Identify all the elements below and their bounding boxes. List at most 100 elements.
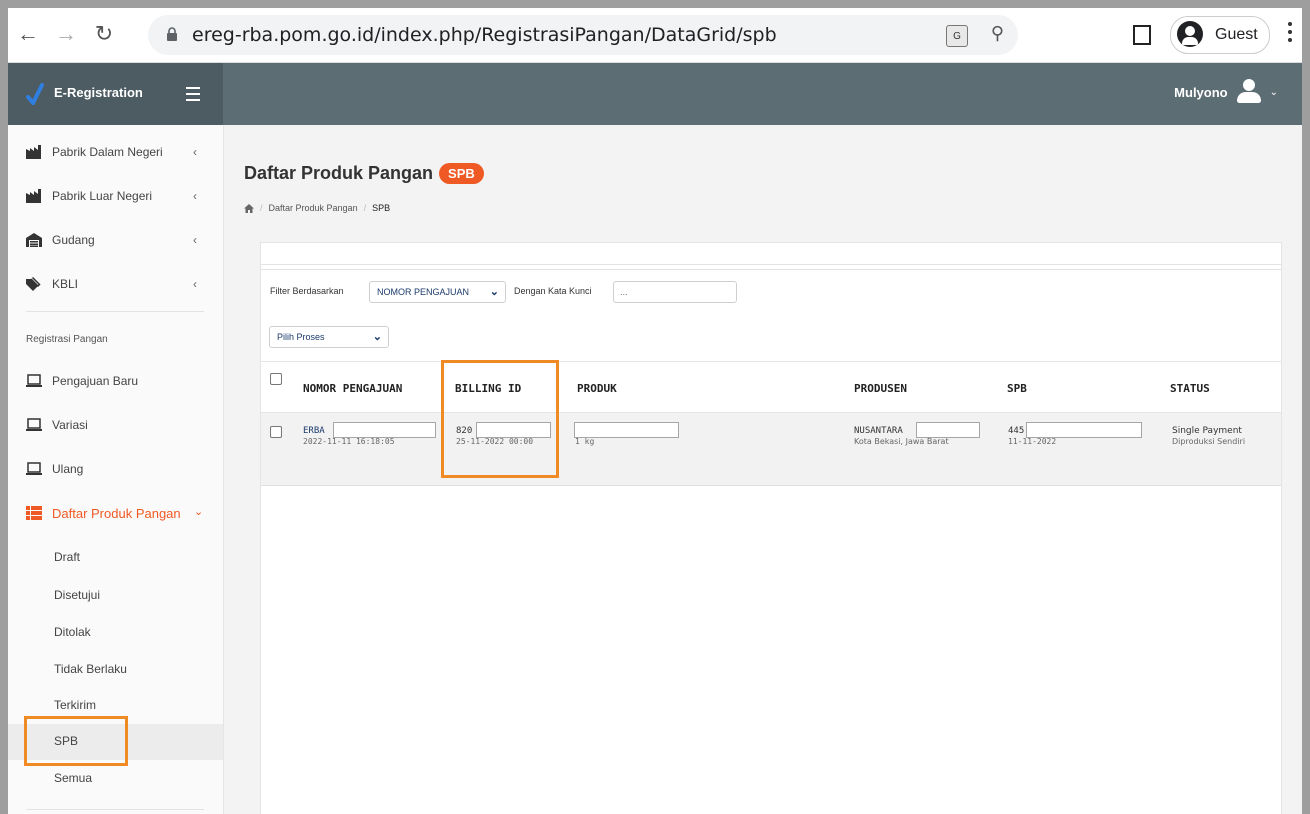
sidebar-item-label: Gudang bbox=[52, 233, 95, 247]
redacted-field bbox=[333, 422, 436, 438]
sidebar-item-daftar-produk-pangan[interactable]: Daftar Produk Pangan ⌄ bbox=[8, 494, 223, 534]
chevron-left-icon: ‹ bbox=[193, 145, 197, 159]
app-name: E-Registration bbox=[54, 85, 143, 100]
side-panel-icon[interactable] bbox=[1133, 25, 1151, 45]
select-all-checkbox[interactable] bbox=[270, 373, 282, 385]
app-header: E-Registration Mulyono ⌄ bbox=[8, 63, 1302, 125]
sidebar-item-label: KBLI bbox=[52, 277, 79, 291]
spb-number: 445 bbox=[1008, 426, 1025, 436]
sidebar-item-label: Pabrik Dalam Negeri bbox=[52, 145, 163, 159]
divider bbox=[26, 809, 204, 810]
filter-field-value: NOMOR PENGAJUAN bbox=[377, 287, 470, 297]
sidebar-item-label: Pabrik Luar Negeri bbox=[52, 189, 153, 203]
redacted-field bbox=[916, 422, 980, 438]
translate-icon[interactable]: G bbox=[946, 25, 968, 47]
divider bbox=[26, 311, 204, 312]
factory-icon bbox=[26, 145, 41, 159]
sidebar-subitem-disetujui[interactable]: Disetujui bbox=[54, 588, 100, 602]
tag-icon bbox=[26, 277, 41, 291]
sidebar-item-gudang[interactable]: Gudang ‹ bbox=[8, 221, 223, 261]
laptop-icon bbox=[26, 418, 42, 431]
breadcrumb-item: SPB bbox=[372, 203, 391, 213]
chevron-left-icon: ‹ bbox=[193, 277, 197, 291]
redacted-field bbox=[574, 422, 679, 438]
column-header[interactable]: PRODUK bbox=[577, 382, 617, 395]
breadcrumb-item[interactable]: Daftar Produk Pangan bbox=[269, 203, 358, 213]
column-header[interactable]: NOMOR PENGAJUAN bbox=[303, 382, 402, 395]
avatar-icon bbox=[1177, 21, 1203, 47]
redacted-field bbox=[1026, 422, 1142, 438]
browser-menu-icon[interactable] bbox=[1288, 22, 1292, 46]
sidebar-item-variasi[interactable]: Variasi bbox=[8, 406, 223, 446]
main-content: Daftar Produk Pangan SPB / Daftar Produk… bbox=[224, 125, 1302, 814]
keyword-label: Dengan Kata Kunci bbox=[514, 286, 592, 296]
divider bbox=[261, 264, 1281, 265]
logo-icon bbox=[26, 83, 44, 105]
list-icon bbox=[26, 506, 42, 520]
nomor-pengajuan-link[interactable]: ERBA bbox=[303, 426, 325, 436]
url-text: ereg-rba.pom.go.id/index.php/RegistrasiP… bbox=[192, 24, 777, 46]
produk-sub: 1 kg bbox=[575, 437, 595, 446]
brand: E-Registration bbox=[8, 63, 223, 125]
produsen: NUSANTARA bbox=[854, 426, 903, 436]
user-menu[interactable]: Mulyono ⌄ bbox=[1174, 77, 1278, 107]
lock-icon bbox=[167, 27, 177, 41]
keyword-input[interactable]: ... bbox=[613, 281, 737, 303]
breadcrumb-separator: / bbox=[260, 203, 263, 213]
user-avatar-icon bbox=[1234, 79, 1264, 105]
sidebar-section-title: Registrasi Pangan bbox=[26, 334, 108, 345]
sidebar-item-kbli[interactable]: KBLI ‹ bbox=[8, 265, 223, 305]
column-header[interactable]: SPB bbox=[1007, 382, 1027, 395]
profile-label: Guest bbox=[1215, 26, 1258, 43]
column-header[interactable]: PRODUSEN bbox=[854, 382, 907, 395]
forward-icon[interactable]: → bbox=[52, 20, 80, 48]
highlight-box-spb bbox=[24, 716, 128, 766]
status-sub: Diproduksi Sendiri bbox=[1172, 437, 1246, 446]
chevron-down-icon: ⌄ bbox=[194, 506, 204, 518]
sidebar-item-pabrik-luar-negeri[interactable]: Pabrik Luar Negeri ‹ bbox=[8, 177, 223, 217]
row-checkbox[interactable] bbox=[270, 426, 282, 438]
laptop-icon bbox=[26, 374, 42, 387]
home-icon[interactable] bbox=[244, 203, 254, 213]
chevron-left-icon: ‹ bbox=[193, 189, 197, 203]
sidebar-item-label: Ulang bbox=[52, 462, 84, 476]
laptop-icon bbox=[26, 462, 42, 475]
table-header: NOMOR PENGAJUAN BILLING ID PRODUK PRODUS… bbox=[261, 361, 1281, 413]
username: Mulyono bbox=[1174, 84, 1228, 100]
sidebar-subitem-ditolak[interactable]: Ditolak bbox=[54, 625, 91, 639]
sidebar-subitem-draft[interactable]: Draft bbox=[54, 550, 80, 564]
zoom-icon[interactable]: ⚲ bbox=[991, 23, 1004, 44]
page-title: Daftar Produk Pangan SPB bbox=[244, 163, 484, 184]
sidebar-subitem-terkirim[interactable]: Terkirim bbox=[54, 698, 96, 712]
sidebar-subitem-semua[interactable]: Semua bbox=[54, 771, 92, 785]
profile-button[interactable]: Guest bbox=[1170, 16, 1270, 54]
browser-window: ← → ↻ ereg-rba.pom.go.id/index.php/Regis… bbox=[8, 8, 1302, 814]
page-title-text: Daftar Produk Pangan bbox=[244, 163, 434, 183]
sidebar-subitem-tidak-berlaku[interactable]: Tidak Berlaku bbox=[54, 662, 127, 676]
produsen-sub: Kota Bekasi, Jawa Barat bbox=[854, 437, 949, 446]
chevron-left-icon: ‹ bbox=[193, 233, 197, 247]
divider bbox=[261, 269, 1281, 270]
breadcrumb-separator: / bbox=[363, 203, 367, 213]
chevron-down-icon: ⌄ bbox=[372, 331, 382, 343]
breadcrumb: / Daftar Produk Pangan / SPB bbox=[244, 203, 390, 213]
highlight-box-billing-id bbox=[441, 360, 559, 478]
browser-toolbar: ← → ↻ ereg-rba.pom.go.id/index.php/Regis… bbox=[8, 8, 1302, 63]
address-bar[interactable]: ereg-rba.pom.go.id/index.php/RegistrasiP… bbox=[148, 15, 1018, 55]
sidebar-item-label: Daftar Produk Pangan bbox=[52, 506, 181, 521]
back-icon[interactable]: ← bbox=[14, 20, 42, 48]
table-row[interactable]: ERBA 2022-11-11 16:18:05 820 25-11-2022 … bbox=[261, 412, 1281, 486]
column-header[interactable]: STATUS bbox=[1170, 382, 1210, 395]
hamburger-icon[interactable] bbox=[186, 87, 200, 105]
page-badge: SPB bbox=[439, 163, 484, 184]
sidebar-item-label: Variasi bbox=[52, 418, 88, 432]
chevron-down-icon: ⌄ bbox=[1269, 86, 1278, 98]
process-select[interactable]: Pilih Proses ⌄ bbox=[269, 326, 389, 348]
process-value: Pilih Proses bbox=[277, 332, 325, 342]
reload-icon[interactable]: ↻ bbox=[90, 20, 118, 48]
status-text: Single Payment bbox=[1172, 426, 1242, 436]
sidebar-item-pengajuan-baru[interactable]: Pengajuan Baru bbox=[8, 362, 223, 402]
sidebar-item-pabrik-dalam-negeri[interactable]: Pabrik Dalam Negeri ‹ bbox=[8, 133, 223, 173]
sidebar-item-ulang[interactable]: Ulang bbox=[8, 450, 223, 490]
filter-field-select[interactable]: NOMOR PENGAJUAN ⌄ bbox=[369, 281, 506, 303]
